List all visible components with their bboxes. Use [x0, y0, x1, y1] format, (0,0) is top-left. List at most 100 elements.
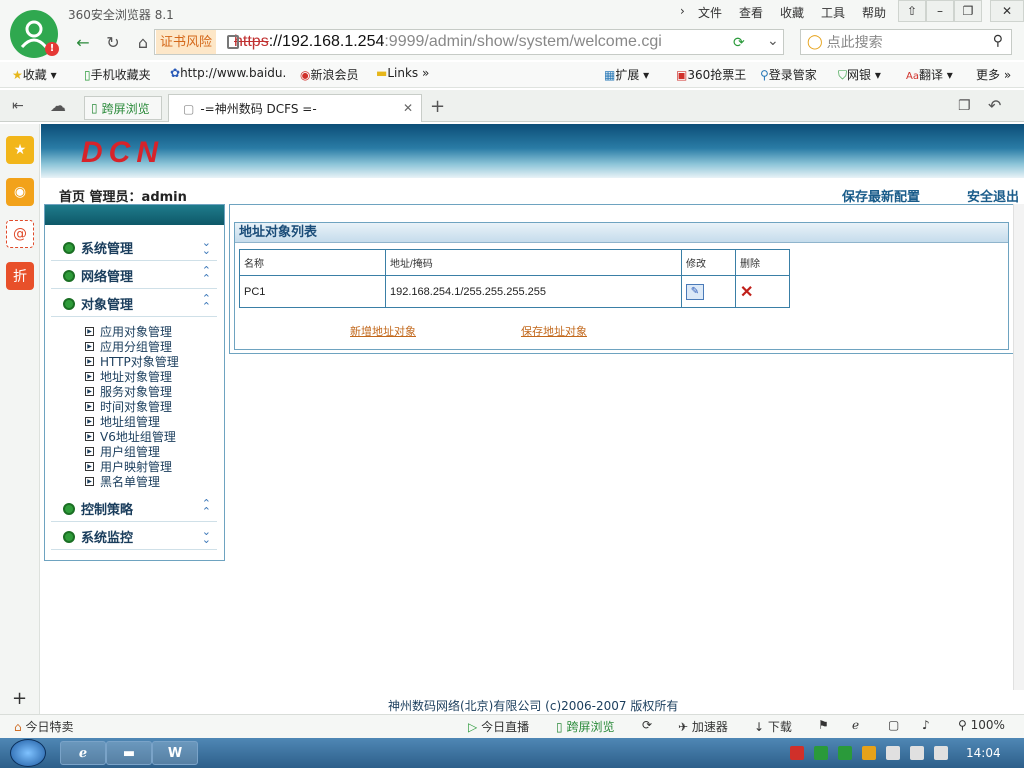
- discount-icon[interactable]: 折: [6, 262, 34, 290]
- start-button[interactable]: [10, 739, 46, 767]
- cloud-icon[interactable]: ☁: [50, 96, 66, 115]
- dropdown-chevron-icon[interactable]: ⌄: [767, 32, 779, 49]
- home-icon[interactable]: ⌂: [130, 28, 156, 56]
- menu-network-management[interactable]: 网络管理 ⌃ ⌃: [51, 263, 217, 289]
- bookmark-mobile[interactable]: ▯手机收藏夹: [84, 66, 151, 83]
- menu-tools[interactable]: 工具: [821, 4, 845, 21]
- bookmark-links[interactable]: ▬Links »: [376, 66, 429, 80]
- favorites-star-icon[interactable]: ★: [6, 136, 34, 164]
- volume-icon[interactable]: ♪: [922, 718, 930, 732]
- extensions-button[interactable]: ▦扩展 ▾: [604, 66, 649, 83]
- menu-file[interactable]: 文件: [698, 4, 722, 21]
- tray-app-icon[interactable]: [790, 746, 804, 760]
- live-button[interactable]: ▷ 今日直播: [468, 718, 529, 735]
- menu-view[interactable]: 查看: [739, 4, 763, 21]
- submenu-http-object[interactable]: ▶ HTTP对象管理: [85, 354, 179, 369]
- menu-object-management[interactable]: 对象管理 ⌃ ⌃: [51, 291, 217, 317]
- clock[interactable]: 14:04: [966, 746, 1001, 760]
- add-sidebar-icon[interactable]: +: [12, 688, 27, 709]
- back-icon[interactable]: ←: [70, 28, 96, 56]
- login-manager-button[interactable]: ⚲登录管家: [760, 66, 817, 83]
- undo-close-icon[interactable]: ↶: [988, 96, 1001, 115]
- collapse-chevron-icon[interactable]: ⌃ ⌃: [202, 498, 211, 517]
- zoom-control[interactable]: ⚲ 100%: [958, 718, 1005, 732]
- restore-button[interactable]: ❐: [954, 0, 982, 22]
- expand-chevron-icon[interactable]: ⌄ ⌄: [202, 526, 211, 545]
- pin-button[interactable]: ⇧: [898, 0, 926, 22]
- tab-close-icon[interactable]: ✕: [403, 101, 413, 115]
- minimize-button[interactable]: –: [926, 0, 954, 22]
- menu-arrow-icon[interactable]: ›: [680, 4, 685, 18]
- weibo-icon[interactable]: ◉: [6, 178, 34, 206]
- edit-icon[interactable]: ✎: [686, 283, 704, 300]
- menu-help[interactable]: 帮助: [862, 4, 886, 21]
- new-tab-icon[interactable]: +: [430, 96, 445, 117]
- menu-control-policy[interactable]: 控制策略 ⌃ ⌃: [51, 496, 217, 522]
- menu-system-management[interactable]: 系统管理 ⌄ ⌄: [51, 235, 217, 261]
- submenu-app-object[interactable]: ▶ 应用对象管理: [85, 324, 172, 339]
- flag-icon[interactable]: ⚑: [818, 718, 829, 732]
- refresh-icon[interactable]: ↻: [100, 28, 126, 56]
- bookmark-favorites[interactable]: ★收藏 ▾: [12, 66, 57, 83]
- rocket-icon: ✈: [678, 720, 689, 734]
- submenu-blacklist[interactable]: ▶ 黑名单管理: [85, 474, 160, 489]
- download-button[interactable]: ↓ 下载: [754, 718, 792, 735]
- submenu-app-group[interactable]: ▶ 应用分组管理: [85, 339, 172, 354]
- expand-chevron-icon[interactable]: ⌄ ⌄: [202, 237, 211, 256]
- speed-icon[interactable]: ⟳: [733, 34, 745, 51]
- tray-network-icon[interactable]: [886, 746, 900, 760]
- taskbar-word-icon[interactable]: W: [152, 741, 198, 765]
- search-icon[interactable]: ⚲: [993, 33, 1003, 49]
- submenu-service-object[interactable]: ▶ 服务对象管理: [85, 384, 172, 399]
- save-address-object-link[interactable]: 保存地址对象: [521, 323, 587, 339]
- phone-icon: ▯: [556, 720, 563, 734]
- translate-button[interactable]: Aa翻译 ▾: [906, 66, 953, 83]
- tab-dcfs[interactable]: ▢ -=神州数码 DCFS =- ✕: [168, 94, 422, 122]
- browser-logo-icon[interactable]: !: [10, 10, 59, 58]
- close-button[interactable]: ✕: [990, 0, 1024, 22]
- daily-deals-button[interactable]: ⌂ 今日特卖: [14, 718, 73, 735]
- menu-system-monitor[interactable]: 系统监控 ⌄ ⌄: [51, 524, 217, 550]
- bookmark-baidu[interactable]: ✿http://www.baidu.: [170, 66, 286, 80]
- submenu-address-object[interactable]: ▶ 地址对象管理: [85, 369, 172, 384]
- tab-cross-screen[interactable]: ▯ 跨屏浏览: [84, 96, 162, 120]
- menu-favorites[interactable]: 收藏: [780, 4, 804, 21]
- tray-volume-icon[interactable]: [934, 746, 948, 760]
- screenshot-icon[interactable]: ▢: [888, 718, 899, 732]
- bank-button[interactable]: ⛉网银 ▾: [838, 66, 881, 83]
- search-box[interactable]: ◯ 点此搜索 ⚲: [800, 29, 1012, 55]
- tray-wifi-icon[interactable]: [910, 746, 924, 760]
- refresh-status-icon[interactable]: ⟳: [642, 718, 652, 732]
- page-scrollbar[interactable]: [1013, 204, 1024, 690]
- taskbar-ie-icon[interactable]: ℯ: [60, 741, 106, 765]
- cross-screen-button[interactable]: ▯ 跨屏浏览: [556, 718, 614, 735]
- grid-icon: ▦: [604, 68, 616, 82]
- cert-warning[interactable]: 证书风险: [156, 30, 217, 54]
- add-address-object-link[interactable]: 新增地址对象: [350, 323, 416, 339]
- ticket-app-button[interactable]: ▣360抢票王: [676, 66, 746, 83]
- address-bar[interactable]: 证书风险 https ://192.168.1.254 :9999/admin/…: [154, 29, 784, 55]
- submenu-time-object[interactable]: ▶ 时间对象管理: [85, 399, 172, 414]
- tray-security-icon[interactable]: [862, 746, 876, 760]
- sidebar-toggle-icon[interactable]: ⇤: [12, 98, 24, 114]
- tray-shield-icon[interactable]: [838, 746, 852, 760]
- accelerator-button[interactable]: ✈ 加速器: [678, 718, 728, 735]
- submenu-user-mapping[interactable]: ▶ 用户映射管理: [85, 459, 172, 474]
- submenu-address-group[interactable]: ▶ 地址组管理: [85, 414, 160, 429]
- app-title: 360安全浏览器 8.1: [68, 8, 174, 22]
- delete-icon[interactable]: ✕: [740, 284, 753, 301]
- home-link[interactable]: 首页 管理员：admin: [59, 186, 187, 205]
- save-config-link[interactable]: 保存最新配置: [842, 186, 920, 205]
- taskbar-explorer-icon[interactable]: ▬: [106, 741, 152, 765]
- ie-icon[interactable]: ℯ: [852, 718, 859, 732]
- submenu-user-group[interactable]: ▶ 用户组管理: [85, 444, 160, 459]
- collapse-chevron-icon[interactable]: ⌃ ⌃: [202, 293, 211, 312]
- tab-list-icon[interactable]: ❐: [958, 98, 971, 114]
- logout-link[interactable]: 安全退出: [967, 186, 1019, 205]
- email-icon[interactable]: @: [6, 220, 34, 248]
- collapse-chevron-icon[interactable]: ⌃ ⌃: [202, 265, 211, 284]
- bookmark-sina[interactable]: ◉新浪会员: [300, 66, 359, 83]
- tray-green-icon[interactable]: [814, 746, 828, 760]
- more-button[interactable]: 更多 »: [976, 66, 1011, 83]
- submenu-v6-address-group[interactable]: ▶ V6地址组管理: [85, 429, 176, 444]
